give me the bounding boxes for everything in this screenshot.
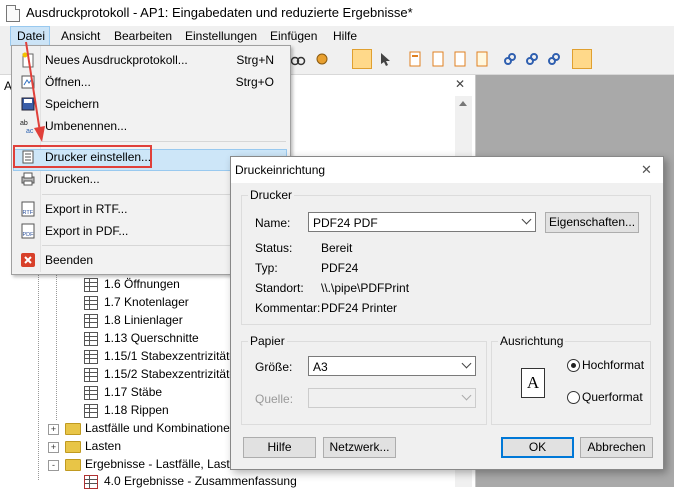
scroll-up-icon[interactable]	[459, 101, 467, 106]
annotation-arrow-icon	[25, 41, 45, 142]
link-icon[interactable]	[502, 51, 518, 67]
binoculars-icon[interactable]	[290, 51, 306, 67]
comment-label: Kommentar:	[255, 301, 321, 315]
landscape-radio[interactable]	[567, 391, 580, 404]
folder-icon	[65, 423, 81, 435]
comment-value: PDF24 Printer	[321, 301, 398, 315]
table-icon	[84, 350, 98, 364]
type-label: Typ:	[255, 261, 278, 275]
paper-group-label: Papier	[248, 334, 287, 348]
portrait-label[interactable]: Hochformat	[582, 358, 644, 372]
size-label: Größe:	[255, 360, 293, 374]
location-label: Standort:	[255, 281, 304, 295]
menu-item-rename[interactable]: ab ac Umbenennen...	[12, 115, 288, 137]
location-value: \\.\pipe\PDFPrint	[321, 281, 410, 295]
page-add-icon[interactable]	[430, 51, 446, 67]
panel-close-icon[interactable]: ✕	[455, 77, 465, 91]
paper-source-select[interactable]	[308, 388, 476, 408]
svg-text:PDF: PDF	[23, 232, 35, 238]
cancel-button[interactable]: Abbrechen	[580, 437, 653, 458]
svg-text:RTF: RTF	[23, 210, 34, 216]
dialog-title-bar: Druckeinrichtung ✕	[231, 157, 663, 183]
table-icon	[84, 314, 98, 328]
printer-group-label: Drucker	[248, 188, 295, 202]
menu-einstellungen[interactable]: Einstellungen	[185, 29, 257, 43]
menu-item-save[interactable]: Speichern	[12, 93, 288, 115]
exit-icon	[21, 253, 35, 267]
properties-button[interactable]: Eigenschaften...	[545, 212, 639, 233]
source-label: Quelle:	[255, 392, 294, 406]
portrait-radio[interactable]	[567, 359, 580, 372]
status-value: Bereit	[321, 241, 353, 255]
pointer-icon[interactable]	[378, 51, 394, 67]
orientation-group	[491, 341, 651, 425]
expand-icon[interactable]: +	[48, 424, 59, 435]
chevron-down-icon	[461, 390, 472, 401]
page-blank-icon[interactable]	[474, 51, 490, 67]
dialog-title: Druckeinrichtung	[235, 163, 326, 177]
page-orange-icon[interactable]	[407, 51, 423, 67]
collapse-icon[interactable]: -	[48, 460, 59, 471]
menu-einfuegen[interactable]: Einfügen	[270, 29, 317, 43]
printer-name-label: Name:	[255, 216, 291, 230]
settings-dropdown-icon[interactable]	[314, 51, 330, 67]
print-icon	[21, 172, 35, 186]
table-icon	[84, 386, 98, 400]
help-button[interactable]: Hilfe	[243, 437, 316, 458]
table-icon	[84, 404, 98, 418]
chevron-down-icon	[461, 358, 472, 369]
chevron-down-icon	[521, 214, 532, 225]
printer-name-select[interactable]: PDF24 PDF	[308, 212, 536, 232]
select-tool-active[interactable]	[352, 49, 372, 69]
table-icon	[84, 278, 98, 292]
table-icon	[84, 368, 98, 382]
title-bar: Ausdruckprotokoll - AP1: Eingabedaten un…	[0, 0, 674, 26]
dialog-close-icon[interactable]: ✕	[641, 162, 652, 178]
landscape-label[interactable]: Querformat	[582, 390, 643, 404]
printer-setup-dialog: Druckeinrichtung ✕ Drucker Name: PDF24 P…	[230, 156, 664, 470]
status-label: Status:	[255, 241, 293, 255]
expand-icon[interactable]: +	[48, 442, 59, 453]
page-copy-icon[interactable]	[452, 51, 468, 67]
refresh-active-icon[interactable]	[572, 49, 592, 69]
paper-group	[241, 341, 487, 425]
table-icon	[84, 296, 98, 310]
menu-ansicht[interactable]: Ansicht	[61, 29, 100, 43]
orientation-preview-icon: A	[521, 368, 545, 398]
link-edit-icon[interactable]	[524, 51, 540, 67]
folder-icon	[65, 441, 81, 453]
menu-item-open[interactable]: Öffnen... Strg+O	[12, 71, 288, 93]
ok-button[interactable]: OK	[501, 437, 574, 458]
link-remove-icon[interactable]	[546, 51, 562, 67]
pdf-export-icon: PDF	[21, 223, 35, 239]
orientation-group-label: Ausrichtung	[498, 334, 566, 348]
menu-bearbeiten[interactable]: Bearbeiten	[114, 29, 172, 43]
paper-size-select[interactable]: A3	[308, 356, 476, 376]
window-title: Ausdruckprotokoll - AP1: Eingabedaten un…	[26, 5, 413, 20]
folder-open-icon	[65, 459, 81, 471]
app-document-icon	[6, 5, 20, 22]
menu-item-new-protocol[interactable]: Neues Ausdruckprotokoll... Strg+N	[12, 49, 288, 71]
table-icon	[84, 332, 98, 346]
menu-hilfe[interactable]: Hilfe	[333, 29, 357, 43]
rtf-export-icon: RTF	[21, 201, 35, 217]
type-value: PDF24	[321, 261, 359, 275]
network-button[interactable]: Netzwerk...	[323, 437, 396, 458]
